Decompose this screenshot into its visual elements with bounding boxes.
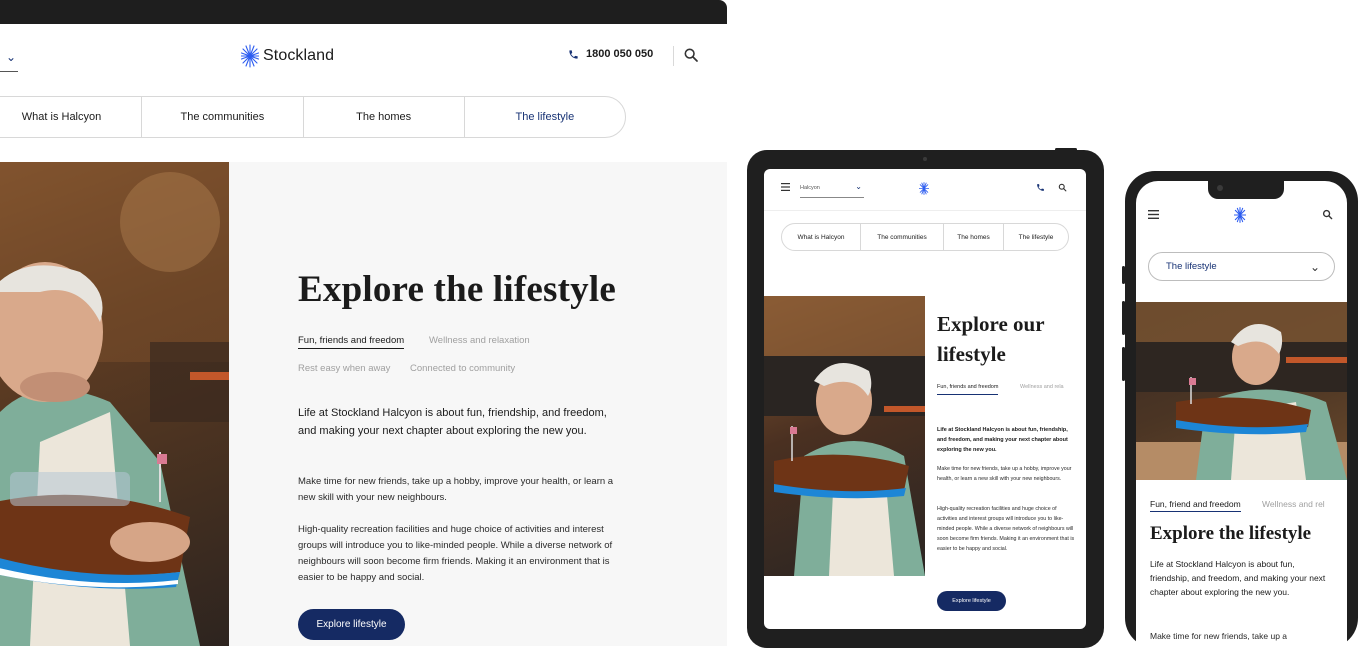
body-paragraph-2: High-quality recreation facilities and h…	[298, 524, 613, 583]
tab-lifestyle[interactable]: The lifestyle	[465, 97, 625, 137]
hero-photo	[764, 296, 925, 576]
lead-paragraph: Life at Stockland Halcyon is about fun, …	[298, 407, 607, 437]
tablet-screen: Halcyon ⌄ What is Halcyon The communitie…	[764, 169, 1086, 629]
phone-screen: The lifestyle ⌄ Fun, friend and freedom …	[1136, 181, 1347, 648]
hero-photo	[0, 162, 229, 646]
subtab-fun-friend-freedom[interactable]: Fun, friend and freedom	[1150, 499, 1241, 512]
tablet-camera	[923, 157, 927, 161]
chevron-down-icon: ⌄	[855, 182, 862, 191]
tab-homes[interactable]: The homes	[944, 224, 1004, 250]
tab-homes[interactable]: The homes	[304, 97, 465, 137]
phone-side-button	[1122, 266, 1125, 284]
stockland-logo[interactable]: Stockland	[241, 43, 334, 69]
phone-icon	[569, 49, 578, 59]
tablet-mockup: Halcyon ⌄ What is Halcyon The communitie…	[747, 148, 1104, 648]
search-icon[interactable]	[1058, 183, 1067, 192]
section-select[interactable]: The lifestyle ⌄	[1148, 252, 1335, 281]
lead-paragraph: Life at Stockland Halcyon is about fun, …	[937, 427, 1068, 453]
section-tabs: What is Halcyon The communities The home…	[781, 223, 1069, 251]
phone-notch	[1208, 181, 1284, 199]
tab-lifestyle[interactable]: The lifestyle	[1004, 224, 1068, 250]
hero-photo	[1136, 302, 1347, 480]
community-select[interactable]: Halcyon ⌄	[800, 181, 864, 198]
page-title: Explore our lifestyle	[937, 312, 1045, 366]
body-paragraph-partial: Make time for new friends, take up a	[1150, 631, 1288, 641]
body-paragraph-2: High-quality recreation facilities and h…	[937, 506, 1075, 552]
stockland-burst-icon	[241, 44, 259, 68]
header-divider	[764, 210, 1086, 211]
section-tabs: What is Halcyon The communities The home…	[0, 96, 626, 138]
community-select-value: Halcyon	[800, 185, 820, 191]
lead-paragraph: Life at Stockland Halcyon is about fun, …	[1150, 559, 1326, 597]
chevron-down-icon: ⌄	[1309, 259, 1320, 274]
tab-communities[interactable]: The communities	[861, 224, 944, 250]
phone-link[interactable]: 1800 050 050	[568, 48, 653, 60]
section-select-value: The lifestyle	[1166, 261, 1217, 272]
phone-side-button	[1356, 311, 1358, 361]
search-button[interactable]	[683, 47, 699, 68]
subtab-rest-easy[interactable]: Rest easy when away	[298, 363, 390, 374]
tab-what-is-halcyon[interactable]: What is Halcyon	[782, 224, 861, 250]
browser-top-bar	[0, 0, 727, 24]
logo-wordmark: Stockland	[263, 47, 335, 64]
tab-what-is-halcyon[interactable]: What is Halcyon	[0, 97, 143, 137]
menu-icon[interactable]	[1148, 210, 1159, 219]
phone-icon[interactable]	[1036, 183, 1045, 192]
tablet-power-button	[1055, 148, 1077, 151]
subtab-connected[interactable]: Connected to community	[410, 363, 515, 374]
header-divider	[673, 46, 674, 66]
explore-lifestyle-button[interactable]: Explore lifestyle	[937, 591, 1006, 611]
subtab-fun-friends-freedom[interactable]: Fun, friends and freedom	[937, 384, 999, 395]
man-with-boat-illustration	[764, 296, 925, 576]
subtab-fun-friends-freedom[interactable]: Fun, friends and freedom	[298, 335, 405, 349]
menu-icon[interactable]	[781, 183, 790, 191]
stockland-burst-icon[interactable]	[1234, 207, 1246, 223]
subtab-wellness[interactable]: Wellness and relaxation	[429, 335, 530, 346]
body-paragraph-1: Make time for new friends, take up a hob…	[937, 466, 1072, 482]
page-title: Explore the lifestyle	[1150, 523, 1312, 544]
phone-number: 1800 050 050	[586, 48, 654, 60]
explore-lifestyle-button[interactable]: Explore lifestyle	[298, 609, 405, 640]
search-icon	[684, 48, 698, 62]
chevron-down-icon: ⌄	[5, 50, 16, 64]
search-icon[interactable]	[1322, 209, 1333, 220]
community-dropdown[interactable]: ⌄	[0, 46, 18, 72]
subtab-wellness[interactable]: Wellness and rel	[1262, 499, 1325, 509]
tab-communities[interactable]: The communities	[142, 97, 304, 137]
phone-mockup: The lifestyle ⌄ Fun, friend and freedom …	[1122, 171, 1358, 648]
phone-side-button	[1122, 301, 1125, 335]
page-title: Explore the lifestyle	[298, 269, 616, 310]
desktop-mockup: ⌄ Stockland 1800 050 050 What is Halcyon…	[0, 0, 727, 648]
phone-camera	[1217, 185, 1223, 191]
phone-side-button	[1122, 347, 1125, 381]
man-with-boat-illustration	[1136, 302, 1347, 480]
man-with-boat-illustration	[0, 162, 229, 646]
subtab-wellness[interactable]: Wellness and rela	[1020, 384, 1064, 390]
stockland-burst-icon[interactable]	[919, 182, 929, 195]
body-paragraph-1: Make time for new friends, take up a hob…	[298, 476, 614, 503]
